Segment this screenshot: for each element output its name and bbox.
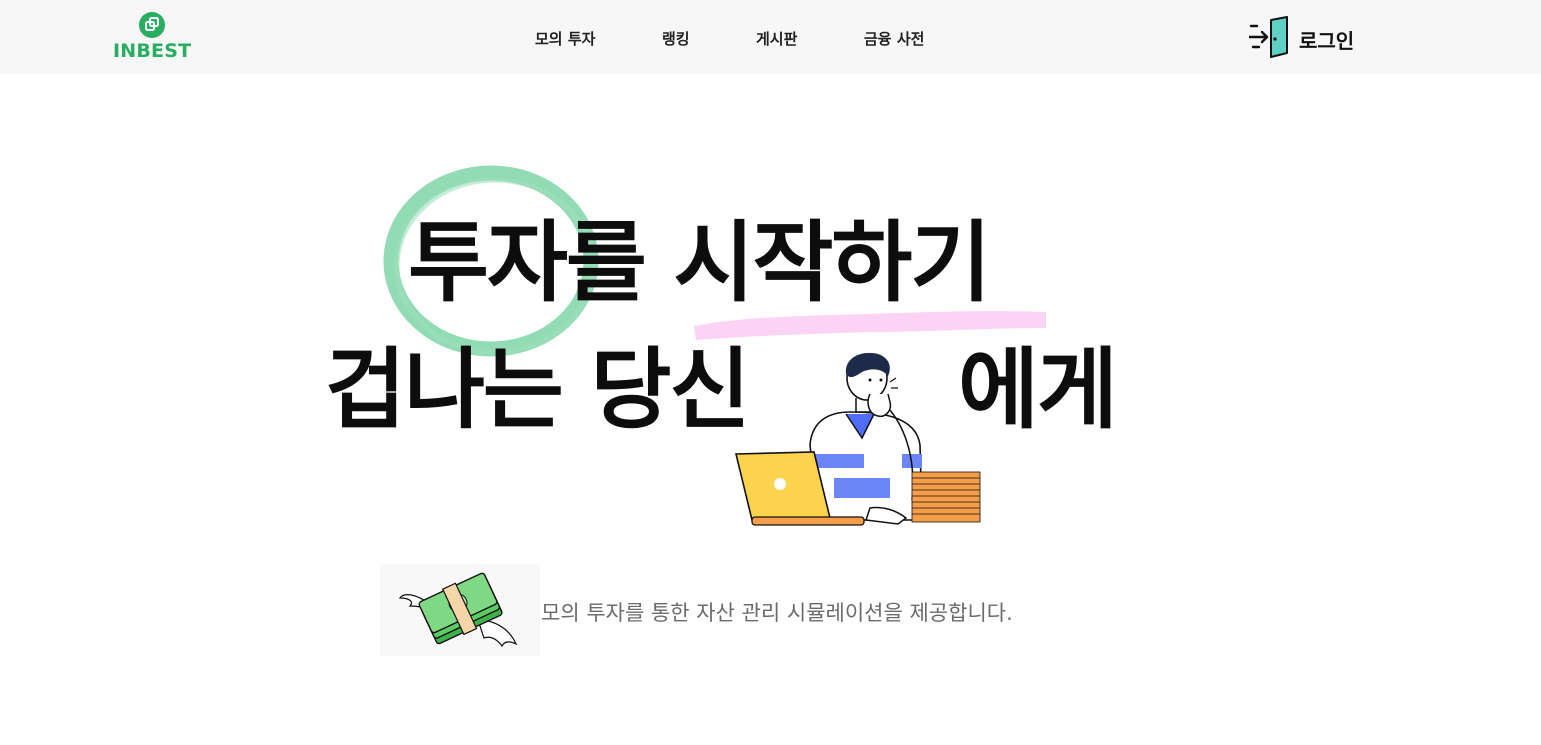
nav-board[interactable]: 게시판 — [756, 28, 797, 49]
inbest-logo[interactable]: INBEST — [113, 11, 192, 63]
worried-investor-illustration — [734, 352, 981, 526]
flying-money-icon — [380, 564, 540, 656]
nav-finance-dictionary[interactable]: 금융 사전 — [864, 28, 924, 49]
hero-line-2-left: 겁나는 당신 — [325, 338, 750, 441]
login-door-icon — [1249, 16, 1288, 58]
nav-ranking[interactable]: 랭킹 — [662, 28, 690, 49]
inbest-logo-icon — [139, 12, 165, 38]
top-header: INBEST 모의 투자 랭킹 게시판 금융 사전 로그인 — [0, 0, 1541, 74]
hero-line-1: 투자를 시작하기 — [408, 211, 991, 314]
nav-mock-investment[interactable]: 모의 투자 — [535, 28, 595, 49]
logo-text: INBEST — [113, 40, 192, 62]
hero-subtitle: 모의 투자를 통한 자산 관리 시뮬레이션을 제공합니다. — [541, 601, 1013, 625]
login-label: 로그인 — [1299, 29, 1355, 53]
